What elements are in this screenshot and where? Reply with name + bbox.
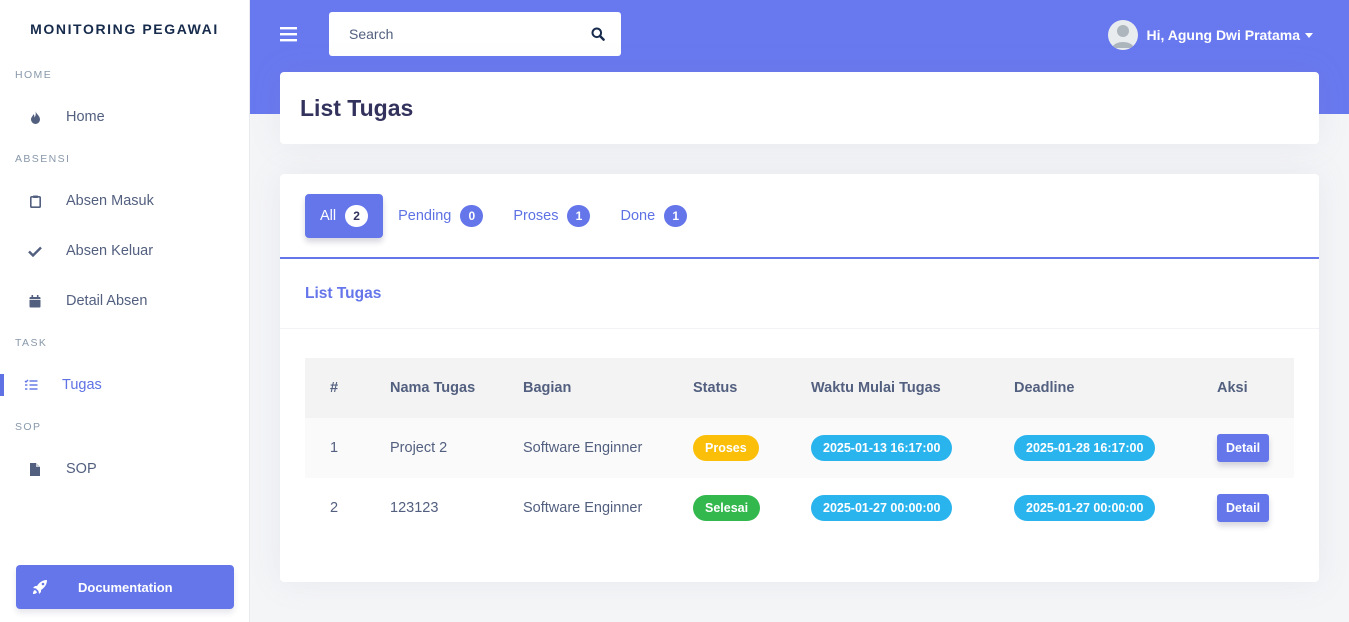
sidebar-item-label: Absen Masuk bbox=[66, 193, 154, 209]
file-icon bbox=[27, 461, 43, 477]
documentation-button[interactable]: Documentation bbox=[16, 565, 234, 609]
cell-start-time: 2025-01-13 16:17:00 bbox=[786, 418, 989, 478]
caret-down-icon bbox=[1305, 32, 1313, 38]
list-title: List Tugas bbox=[280, 259, 1319, 329]
rocket-icon bbox=[32, 579, 48, 595]
tab-proses[interactable]: Proses 1 bbox=[513, 194, 591, 238]
avatar bbox=[1108, 20, 1139, 50]
sidebar-item-tugas[interactable]: Tugas bbox=[0, 360, 249, 410]
tab-done[interactable]: Done 1 bbox=[620, 194, 688, 238]
documentation-label: Documentation bbox=[78, 579, 173, 595]
tab-label: Done bbox=[620, 207, 656, 224]
calendar-icon bbox=[27, 293, 43, 309]
cell-number: 1 bbox=[330, 440, 339, 456]
cell-division: Software Enginner bbox=[523, 500, 643, 516]
status-badge: Proses bbox=[693, 435, 759, 461]
nav-heading-task: TASK bbox=[15, 337, 48, 349]
start-time-badge: 2025-01-13 16:17:00 bbox=[811, 435, 953, 461]
sidebar-item-home[interactable]: Home bbox=[0, 92, 249, 142]
check-icon bbox=[27, 243, 43, 259]
cell-action: Detail bbox=[1192, 478, 1294, 538]
count-badge: 2 bbox=[345, 204, 369, 227]
search-input[interactable] bbox=[329, 12, 575, 56]
cell-action: Detail bbox=[1192, 418, 1294, 478]
nav-heading-absensi: ABSENSI bbox=[15, 153, 71, 165]
count-badge: 1 bbox=[664, 204, 688, 227]
tab-label: Pending bbox=[398, 207, 452, 224]
page-title: List Tugas bbox=[300, 94, 414, 121]
column-header: Waktu Mulai Tugas bbox=[811, 380, 941, 396]
column-header: # bbox=[330, 380, 339, 396]
deadline-badge: 2025-01-28 16:17:00 bbox=[1014, 435, 1156, 461]
column-header: Status bbox=[693, 380, 738, 396]
count-badge: 0 bbox=[460, 204, 484, 227]
cell-start-time: 2025-01-27 00:00:00 bbox=[786, 478, 989, 538]
count-badge: 1 bbox=[567, 204, 591, 227]
user-menu[interactable]: Hi, Agung Dwi Pratama bbox=[1108, 20, 1313, 50]
nav-heading-home: HOME bbox=[15, 69, 53, 81]
cell-division: Software Enginner bbox=[523, 440, 643, 456]
brand-title: MONITORING PEGAWAI bbox=[30, 21, 219, 37]
table-row: 2 123123 Software Enginner Selesai 2025-… bbox=[305, 478, 1294, 538]
cell-status: Proses bbox=[668, 418, 786, 478]
tab-pending[interactable]: Pending 0 bbox=[398, 194, 484, 238]
sidebar-item-label: Detail Absen bbox=[66, 293, 148, 309]
sidebar-item-sop[interactable]: SOP bbox=[0, 444, 249, 494]
user-greeting: Hi, Agung Dwi Pratama bbox=[1146, 27, 1300, 43]
table-header-row: # Nama Tugas Bagian Status Waktu Mulai T… bbox=[305, 358, 1294, 418]
search-icon[interactable] bbox=[575, 12, 621, 56]
sidebar-item-label: Tugas bbox=[62, 377, 102, 393]
task-list-card: All 2 Pending 0 Proses 1 Done 1 List Tug… bbox=[280, 174, 1319, 582]
menu-toggle-icon[interactable] bbox=[280, 25, 298, 43]
detail-button[interactable]: Detail bbox=[1217, 434, 1270, 462]
cell-task-name: Project 2 bbox=[390, 440, 448, 456]
cell-number: 2 bbox=[330, 500, 339, 516]
fire-icon bbox=[27, 109, 43, 125]
cell-deadline: 2025-01-27 00:00:00 bbox=[989, 478, 1192, 538]
task-table: # Nama Tugas Bagian Status Waktu Mulai T… bbox=[305, 358, 1294, 538]
sidebar-item-absen-masuk[interactable]: Absen Masuk bbox=[0, 176, 249, 226]
page-header-card: List Tugas bbox=[280, 72, 1319, 144]
tab-label: All bbox=[320, 207, 337, 224]
cell-task-name: 123123 bbox=[390, 500, 439, 516]
sidebar-item-label: Absen Keluar bbox=[66, 243, 154, 259]
table-row: 1 Project 2 Software Enginner Proses 202… bbox=[305, 418, 1294, 478]
list-icon bbox=[23, 377, 39, 393]
search-box bbox=[329, 12, 621, 56]
tab-all[interactable]: All 2 bbox=[305, 193, 384, 238]
column-header: Bagian bbox=[523, 380, 572, 396]
sidebar: MONITORING PEGAWAI HOME Home ABSENSI Abs… bbox=[0, 0, 250, 622]
nav-heading-sop: SOP bbox=[15, 421, 42, 433]
detail-button[interactable]: Detail bbox=[1217, 494, 1270, 522]
column-header: Nama Tugas bbox=[390, 380, 476, 396]
status-tabs: All 2 Pending 0 Proses 1 Done 1 bbox=[280, 174, 1319, 259]
cell-status: Selesai bbox=[668, 478, 786, 538]
cell-deadline: 2025-01-28 16:17:00 bbox=[989, 418, 1192, 478]
sidebar-item-label: Home bbox=[66, 109, 105, 125]
tab-label: Proses bbox=[513, 207, 559, 224]
sidebar-item-detail-absen[interactable]: Detail Absen bbox=[0, 276, 249, 326]
start-time-badge: 2025-01-27 00:00:00 bbox=[811, 495, 953, 521]
clipboard-icon bbox=[27, 193, 43, 209]
column-header: Aksi bbox=[1217, 380, 1248, 396]
sidebar-item-label: SOP bbox=[66, 461, 97, 477]
deadline-badge: 2025-01-27 00:00:00 bbox=[1014, 495, 1156, 521]
column-header: Deadline bbox=[1014, 380, 1075, 396]
status-badge: Selesai bbox=[693, 495, 761, 521]
sidebar-item-absen-keluar[interactable]: Absen Keluar bbox=[0, 226, 249, 276]
